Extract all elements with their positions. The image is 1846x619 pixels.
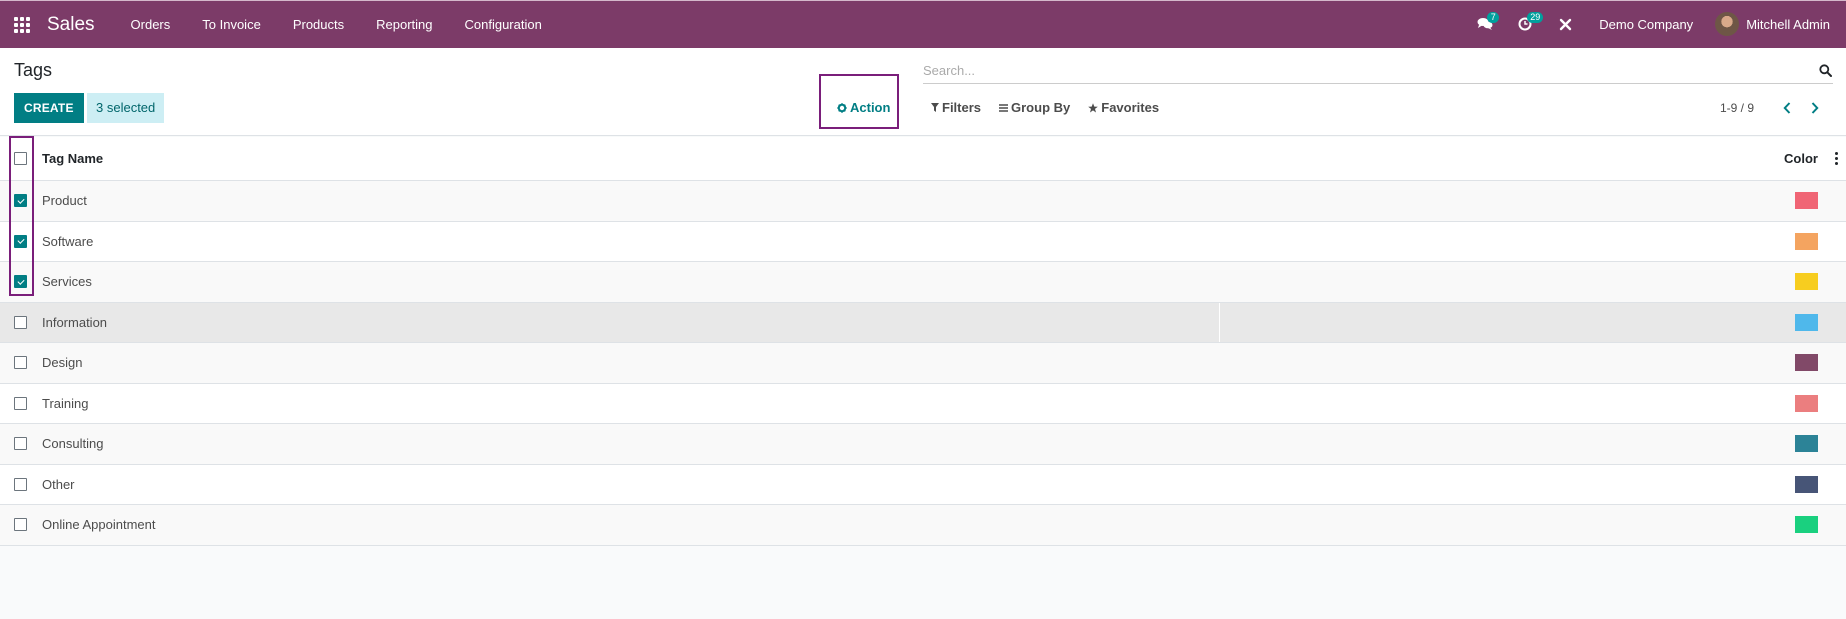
tag-name-cell: Consulting [42,436,104,452]
tag-name-cell: Online Appointment [42,517,156,533]
table-row[interactable]: Services [0,262,1846,303]
color-swatch[interactable] [1795,394,1818,412]
table-row[interactable]: Consulting [0,424,1846,465]
filters-label: Filters [942,100,982,115]
top-navbar: Sales Orders To Invoice Products Reporti… [0,0,1846,48]
apps-menu-button[interactable] [0,2,44,48]
row-checkbox[interactable] [14,234,27,248]
user-menu[interactable]: Mitchell Admin [1715,12,1846,36]
tag-name-cell: Information [42,314,108,330]
row-checkbox[interactable] [14,356,27,370]
avatar [1715,12,1740,36]
messages-badge: 7 [1487,12,1500,23]
chevron-right-icon [1811,102,1819,114]
table-row[interactable]: Software [0,222,1846,262]
messages-button[interactable]: 7 [1465,1,1505,47]
search-options: Filters Group By Favorites [931,100,1159,115]
table-row[interactable]: Other [0,465,1846,505]
color-swatch[interactable] [1795,192,1818,210]
tools-icon [1559,18,1571,30]
app-brand[interactable]: Sales [47,14,95,36]
color-swatch[interactable] [1795,354,1818,372]
selected-count: 3 selected [87,93,165,123]
action-button[interactable]: Action [837,100,890,115]
table-row[interactable]: Training [0,384,1846,424]
pager-next-button[interactable] [1804,98,1826,118]
row-checkbox[interactable] [14,275,27,289]
company-switcher[interactable]: Demo Company [1585,17,1715,32]
table-body: Product Software Services Information Design… [0,181,1846,546]
search-icon [1818,64,1832,77]
breadcrumb: Tags [14,60,53,80]
grid-icon [14,16,30,33]
action-label: Action [850,100,891,115]
tag-name-cell: Services [42,274,92,290]
color-swatch[interactable] [1795,475,1818,493]
table-row[interactable]: Online Appointment [0,505,1846,546]
main-menu: Orders To Invoice Products Reporting Con… [115,2,558,48]
chevron-left-icon [1783,102,1791,114]
color-swatch[interactable] [1795,516,1818,534]
create-button[interactable]: CREATE [14,93,84,123]
activities-button[interactable]: 29 [1505,1,1545,47]
favorites-dropdown[interactable]: Favorites [1088,100,1159,115]
row-checkbox[interactable] [14,437,27,451]
filter-icon [931,103,939,112]
row-checkbox[interactable] [14,518,27,532]
pager-value[interactable]: 1-9 / 9 [1720,101,1754,115]
tag-name-cell: Software [42,233,94,249]
debug-tools-button[interactable] [1545,1,1585,47]
tag-name-cell: Product [42,193,87,209]
menu-to-invoice[interactable]: To Invoice [186,2,277,48]
tag-name-cell: Training [42,395,89,411]
pager: 1-9 / 9 [1720,98,1826,118]
table-row[interactable]: Product [0,181,1846,222]
star-icon [1088,102,1099,112]
row-checkbox[interactable] [14,315,27,329]
systray: 7 29 Demo Company Mitchell Admin [1465,1,1846,47]
bars-icon [999,103,1009,112]
tag-name-cell: Other [42,476,75,492]
color-swatch[interactable] [1795,232,1818,250]
table-row[interactable]: Design [0,343,1846,384]
control-panel: Tags CREATE 3 selected Action Filters Gr… [0,48,1846,136]
row-checkbox[interactable] [14,477,27,491]
search-bar [923,58,1833,84]
pager-previous-button[interactable] [1776,98,1798,118]
favorites-label: Favorites [1101,100,1160,115]
menu-orders[interactable]: Orders [115,2,187,48]
column-header-tag-name[interactable]: Tag Name [42,151,103,166]
tags-list: Tag Name Color Product Software Services In… [0,137,1846,546]
table-header: Tag Name Color [0,137,1846,181]
row-checkbox[interactable] [14,194,27,208]
group-by-dropdown[interactable]: Group By [999,100,1070,115]
tag-name-cell: Design [42,355,83,371]
gear-icon [837,102,847,113]
activities-badge: 29 [1527,12,1544,23]
search-input[interactable] [923,63,1817,78]
menu-products[interactable]: Products [277,2,360,48]
optional-columns-button[interactable] [1834,152,1838,165]
group-by-label: Group By [1011,100,1071,115]
filters-dropdown[interactable]: Filters [931,100,981,115]
menu-reporting[interactable]: Reporting [360,2,448,48]
user-name: Mitchell Admin [1746,16,1830,32]
menu-configuration[interactable]: Configuration [449,2,558,48]
select-all-checkbox[interactable] [14,152,27,165]
column-header-color[interactable]: Color [1784,151,1818,166]
table-row[interactable]: Information [0,302,1846,343]
color-swatch[interactable] [1795,313,1818,331]
color-swatch[interactable] [1795,435,1818,453]
color-swatch[interactable] [1795,273,1818,291]
search-button[interactable] [1817,63,1833,79]
row-checkbox[interactable] [14,396,27,410]
